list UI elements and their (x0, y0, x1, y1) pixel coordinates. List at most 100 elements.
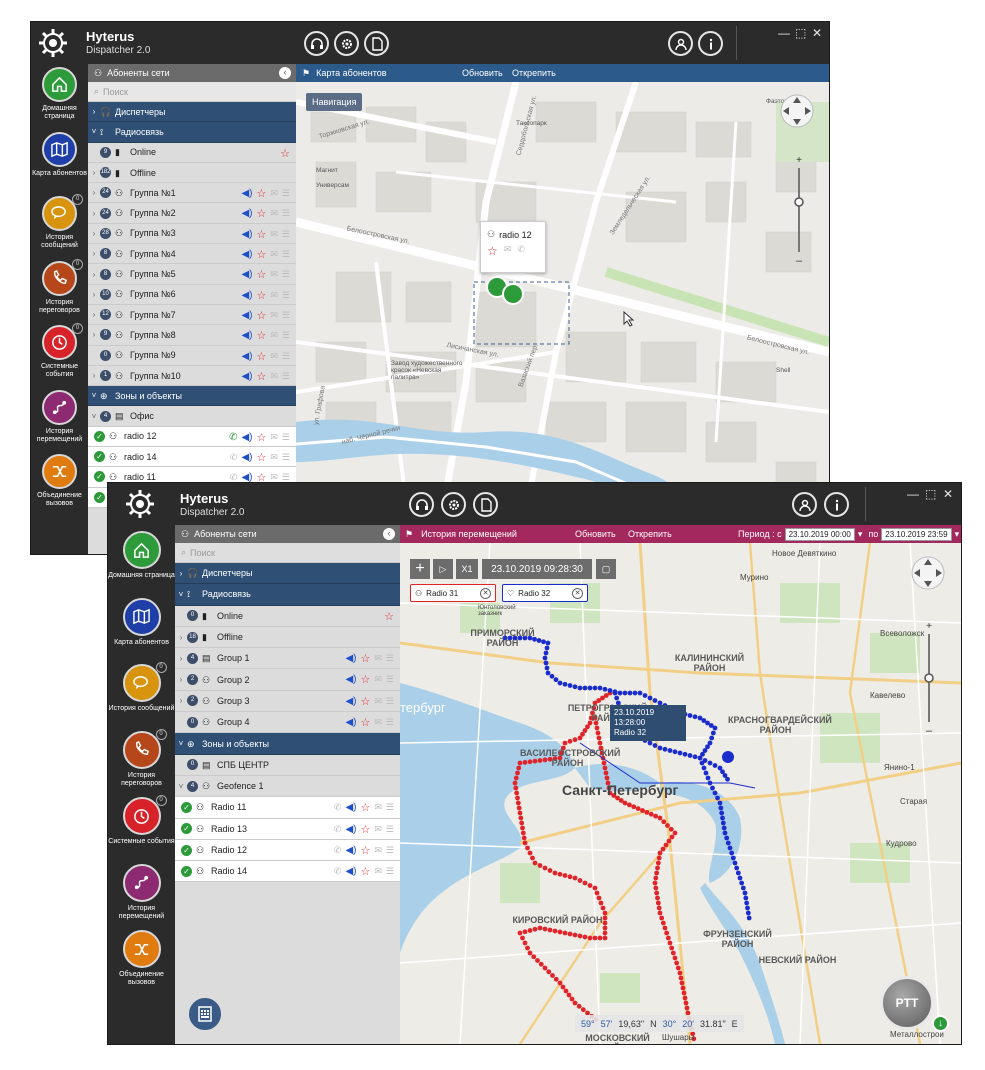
speaker-icon[interactable]: ◀) (241, 310, 252, 321)
track-point[interactable] (607, 688, 613, 693)
track-point[interactable] (566, 992, 572, 998)
track-point[interactable] (513, 775, 519, 781)
close-button[interactable]: ✕ (812, 26, 822, 40)
track-point[interactable] (647, 740, 653, 746)
track-point[interactable] (635, 806, 641, 812)
favorite-star-icon[interactable]: ☆ (257, 431, 267, 444)
track-point[interactable] (517, 810, 523, 816)
favorite-star-icon[interactable]: ☆ (361, 652, 371, 665)
track-point[interactable] (594, 890, 600, 896)
call-icon[interactable]: ✆ (517, 244, 525, 258)
track-point[interactable] (562, 740, 568, 746)
track-point[interactable] (596, 735, 602, 741)
speaker-icon[interactable]: ◀) (241, 249, 252, 260)
track-point[interactable] (631, 804, 637, 810)
track-point[interactable] (656, 905, 662, 911)
track-point[interactable] (537, 925, 543, 931)
track-point[interactable] (687, 713, 693, 718)
favorite-star-icon[interactable]: ☆ (257, 309, 267, 322)
message-icon[interactable]: ✉ (374, 653, 382, 664)
track-point[interactable] (720, 815, 725, 821)
track-point[interactable] (668, 826, 674, 832)
track-point[interactable] (663, 842, 669, 848)
nav-phone[interactable]: 0 История переговоров (108, 728, 175, 788)
track-point[interactable] (567, 738, 573, 744)
tree-item[interactable]: 9 ▮ Online ☆ (88, 143, 296, 163)
track-point[interactable] (553, 677, 559, 683)
track-point[interactable] (734, 865, 740, 871)
track-point[interactable] (632, 690, 638, 696)
track-point[interactable] (572, 1000, 578, 1006)
favorite-star-icon[interactable]: ☆ (361, 865, 371, 878)
minimize-button[interactable]: — (778, 26, 790, 40)
documents-button[interactable] (364, 31, 389, 56)
track-point[interactable] (542, 926, 548, 932)
track-point[interactable] (665, 935, 671, 941)
favorite-star-icon[interactable]: ☆ (361, 695, 371, 708)
track-point[interactable] (532, 860, 538, 866)
tree-item[interactable]: ˅ 4 ⚇ Geofence 1 (175, 776, 400, 798)
message-icon[interactable]: ✉ (270, 351, 278, 362)
track-point[interactable] (602, 686, 608, 692)
expand-chevron-icon[interactable]: › (88, 290, 100, 299)
track-point[interactable] (740, 885, 746, 891)
track-point[interactable] (522, 929, 528, 935)
track-point[interactable] (525, 945, 530, 951)
remove-chip-icon[interactable]: ✕ (572, 588, 583, 599)
track-point[interactable] (597, 935, 603, 941)
message-icon[interactable]: ✉ (270, 208, 278, 219)
track-point[interactable] (721, 825, 727, 831)
track-point[interactable] (557, 680, 563, 686)
track-point[interactable] (527, 850, 533, 856)
expand-chevron-icon[interactable]: › (175, 633, 187, 642)
expand-chevron-icon[interactable]: ˅ (88, 412, 100, 421)
track-point[interactable] (705, 775, 711, 781)
favorite-star-icon[interactable]: ☆ (257, 350, 267, 363)
nav-merge[interactable]: Объединение вызовов (31, 454, 88, 508)
track-point[interactable] (530, 855, 535, 861)
track-point[interactable] (612, 690, 618, 696)
track-point[interactable] (742, 890, 748, 896)
subscriber-marker[interactable] (502, 283, 524, 305)
track-point[interactable] (572, 875, 578, 881)
message-icon[interactable]: ✉ (374, 696, 382, 707)
expand-chevron-icon[interactable]: ˅ (175, 739, 187, 748)
speaker-icon[interactable]: ◀) (345, 824, 356, 835)
nav-merge[interactable]: Объединение вызовов (108, 930, 175, 987)
track-point[interactable] (582, 934, 588, 940)
message-icon[interactable]: ✉ (374, 866, 382, 877)
track-point[interactable] (684, 1005, 690, 1011)
speaker-icon[interactable]: ◀) (345, 717, 356, 728)
favorite-star-icon[interactable]: ☆ (280, 147, 290, 160)
nav-circle[interactable] (122, 863, 161, 902)
track-point[interactable] (677, 970, 683, 976)
track-point[interactable] (522, 940, 528, 946)
track-point[interactable] (725, 776, 730, 782)
track-point[interactable] (614, 695, 620, 701)
track-point[interactable] (594, 725, 600, 731)
track-point[interactable] (707, 760, 713, 766)
nav-alarm[interactable]: 0 Системные события (108, 795, 175, 846)
track-point[interactable] (717, 800, 723, 806)
track-point[interactable] (515, 800, 521, 806)
expand-chevron-icon[interactable]: ˅ (175, 782, 187, 791)
track-point[interactable] (520, 830, 526, 836)
track-point[interactable] (597, 740, 603, 746)
track-point[interactable] (557, 929, 563, 935)
track-point[interactable] (725, 840, 731, 846)
speaker-icon[interactable]: ◀) (241, 371, 252, 382)
tree-section[interactable]: ˅ ⟟ Радиосвязь (175, 584, 400, 606)
tree-item[interactable]: › 24 ⚇ Группа №2 ◀) ☆ ✉ ☰ (88, 203, 296, 224)
favorite-star-icon[interactable]: ☆ (257, 228, 267, 241)
track-point[interactable] (587, 883, 593, 888)
favorite-star-icon[interactable]: ☆ (257, 370, 267, 383)
track-point[interactable] (712, 790, 718, 796)
nav-route[interactable]: История перемещений (108, 863, 175, 921)
track-point[interactable] (687, 753, 693, 758)
message-icon[interactable]: ✉ (270, 188, 278, 199)
track-point[interactable] (542, 865, 548, 871)
message-icon[interactable]: ✉ (270, 371, 278, 382)
track-point[interactable] (648, 811, 654, 817)
track-point[interactable] (712, 763, 718, 768)
track-point[interactable] (637, 690, 643, 696)
